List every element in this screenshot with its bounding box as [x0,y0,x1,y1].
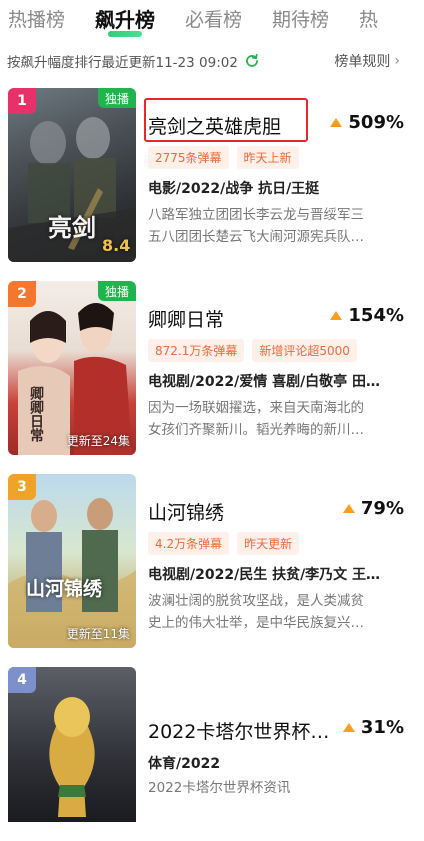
rise-triangle-icon [342,723,355,732]
summary-line: 因为一场联姻擢选，来自天南海北的 [148,400,364,416]
exclusive-badge: 独播 [97,281,136,301]
item-meta: 电视剧/2022/爱情 喜剧/白敬亭 田… [148,374,381,390]
tag-status: 新增评论超5000 [252,339,357,362]
item-info: 2022卡塔尔世界杯… 31% 体育/2022 2022卡塔尔世界杯资讯 [148,667,416,841]
item-info: 山河锦绣 79% 4.2万条弹幕 昨天更新 电视剧/2022/民生 扶贫/李乃文… [148,474,416,648]
poster-title-text: 亮剑 [48,213,96,242]
rise-percentage: 509% [330,112,404,133]
item-info: 卿卿日常 154% 872.1万条弹幕 新增评论超5000 电视剧/2022/爱… [148,281,416,455]
list-item[interactable]: 亮剑 8.4 独播 1 亮剑之英雄虎胆 509% 2775条弹幕 昨天上新 电影… [0,88,424,266]
rise-triangle-icon [330,311,343,320]
poster-image[interactable]: 卿卿日常 独播 更新至24集 [8,281,136,455]
rise-value: 509% [348,112,404,133]
list-item[interactable]: 卿卿日常 独播 更新至24集 2 卿卿日常 154% 872.1万条弹幕 新增评… [0,281,424,459]
summary-line: 五八团团长楚云飞大闹河源宪兵队… [148,229,364,245]
rise-triangle-icon [342,504,355,513]
item-tags: 4.2万条弹幕 昨天更新 [148,532,307,555]
tag-status: 昨天更新 [237,532,300,555]
summary-line: 女孩们齐聚新川。韬光养晦的新川… [148,422,364,438]
ranking-rules-link[interactable]: 榜单规则 › [334,51,400,71]
tab-hot-truncated[interactable]: 热 [359,5,378,35]
rise-value: 79% [360,498,404,519]
list-item[interactable]: 4 2022卡塔尔世界杯… 31% 体育/2022 2022卡塔尔世界杯资讯 [0,667,424,822]
summary-line: 2022卡塔尔世界杯资讯 [148,780,291,796]
rise-percentage: 31% [342,717,404,738]
poster-title-text: 卿卿日常 [28,386,44,442]
item-meta: 体育/2022 [148,756,221,772]
rise-percentage: 154% [330,305,404,326]
item-info: 亮剑之英雄虎胆 509% 2775条弹幕 昨天上新 电影/2022/战争 抗日/… [144,88,416,262]
summary-line: 史上的伟大壮举，是中华民族复兴… [148,615,364,631]
rise-value: 31% [360,717,404,738]
item-title[interactable]: 亮剑之英雄虎胆 [148,112,281,139]
rise-triangle-icon [330,118,343,127]
rank-badge: 2 [8,281,36,307]
item-title[interactable]: 山河锦绣 [148,498,224,525]
update-status: 更新至11集 [66,627,130,641]
rise-percentage: 79% [342,498,404,519]
rank-badge: 3 [8,474,36,500]
item-tags: 2775条弹幕 昨天上新 [148,146,307,169]
item-tags: 872.1万条弹幕 新增评论超5000 [148,339,365,362]
ranking-rules-label: 榜单规则 [334,54,391,70]
tag-status: 昨天上新 [236,146,299,169]
update-status: 更新至24集 [66,434,130,448]
ranking-tabs: 热播榜 飙升榜 必看榜 期待榜 热 [0,0,424,40]
tab-rising[interactable]: 飙升榜 [95,5,155,35]
item-title[interactable]: 卿卿日常 [148,305,224,332]
exclusive-badge: 独播 [97,88,136,108]
tab-anticipated[interactable]: 期待榜 [272,5,329,35]
item-summary: 八路军独立团团长李云龙与晋绥军三 五八团团长楚云飞大闹河源宪兵队… [148,204,400,248]
item-meta: 电影/2022/战争 抗日/王挺 [148,181,320,197]
ranking-description: 按飙升幅度排行最近更新11-23 09:02 [7,55,238,71]
summary-line: 八路军独立团团长李云龙与晋绥军三 [148,207,364,223]
list-item[interactable]: 山河锦绣 更新至11集 3 山河锦绣 79% 4.2万条弹幕 昨天更新 电视剧/… [0,474,424,652]
item-title[interactable]: 2022卡塔尔世界杯… [148,717,329,744]
tab-hot-play[interactable]: 热播榜 [8,5,65,35]
rise-value: 154% [348,305,404,326]
item-summary: 波澜壮阔的脱贫攻坚战，是人类减贫 史上的伟大壮举，是中华民族复兴… [148,590,400,634]
tag-danmaku: 4.2万条弹幕 [148,532,230,555]
poster-title-text: 山河锦绣 [26,578,103,600]
summary-line: 波澜壮阔的脱贫攻坚战，是人类减贫 [148,593,364,609]
rank-badge: 1 [8,88,36,114]
rank-badge: 4 [8,667,36,693]
poster-image[interactable]: 山河锦绣 更新至11集 [8,474,136,648]
ranking-subheader: 按飙升幅度排行最近更新11-23 09:02 榜单规则 › [0,48,424,74]
tab-must-watch[interactable]: 必看榜 [185,5,242,35]
poster-score: 8.4 [102,236,131,255]
item-meta: 电视剧/2022/民生 扶贫/李乃文 王… [148,567,381,583]
chevron-right-icon: › [394,53,400,69]
tag-danmaku: 2775条弹幕 [148,146,229,169]
item-summary: 因为一场联姻擢选，来自天南海北的 女孩们齐聚新川。韬光养晦的新川… [148,397,400,441]
tag-danmaku: 872.1万条弹幕 [148,339,245,362]
refresh-icon[interactable] [244,53,260,69]
item-summary: 2022卡塔尔世界杯资讯 [148,777,400,799]
poster-image[interactable]: 亮剑 8.4 独播 [8,88,136,262]
